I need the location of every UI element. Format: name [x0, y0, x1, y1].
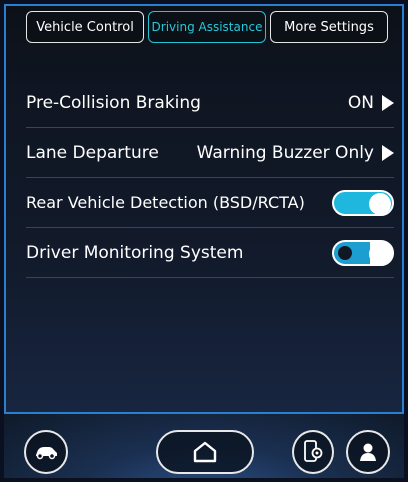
- tab-label: Driving Assistance: [151, 20, 263, 34]
- setting-row-rear-vehicle-detection: Rear Vehicle Detection (BSD/RCTA): [26, 178, 394, 228]
- settings-screen: Vehicle Control Driving Assistance More …: [6, 6, 402, 476]
- bottom-dock: [4, 412, 404, 478]
- home-button[interactable]: [156, 430, 254, 474]
- toggle-knob: [369, 192, 391, 215]
- car-button[interactable]: [24, 430, 68, 474]
- rear-vehicle-detection-toggle[interactable]: [332, 189, 394, 216]
- setting-row-pre-collision-braking[interactable]: Pre-Collision Braking ON: [26, 78, 394, 128]
- home-icon: [193, 441, 217, 463]
- tab-vehicle-control[interactable]: Vehicle Control: [26, 11, 144, 43]
- setting-label: Driver Monitoring System: [26, 242, 244, 263]
- user-icon: [360, 443, 376, 461]
- chevron-right-icon: [382, 144, 394, 161]
- profile-button[interactable]: [346, 430, 390, 474]
- tab-driving-assistance[interactable]: Driving Assistance: [148, 11, 266, 43]
- chevron-right-icon: [382, 94, 394, 111]
- setting-value: Warning Buzzer Only: [197, 143, 394, 163]
- car-icon: [36, 447, 57, 460]
- setting-row-lane-departure[interactable]: Lane Departure Warning Buzzer Only: [26, 128, 394, 178]
- tab-label: Vehicle Control: [36, 19, 134, 35]
- setting-label: Pre-Collision Braking: [26, 92, 201, 113]
- tab-more-settings[interactable]: More Settings: [270, 11, 388, 43]
- setting-value-text: Warning Buzzer Only: [196, 142, 374, 163]
- driver-monitoring-toggle[interactable]: [332, 239, 394, 266]
- tab-label: More Settings: [284, 19, 374, 35]
- phone-settings-button[interactable]: [292, 430, 334, 474]
- setting-row-driver-monitoring: Driver Monitoring System: [26, 228, 394, 278]
- setting-label: Rear Vehicle Detection (BSD/RCTA): [26, 193, 305, 212]
- setting-value: ON: [348, 93, 394, 113]
- tab-bar: Vehicle Control Driving Assistance More …: [26, 11, 388, 43]
- setting-label: Lane Departure: [26, 142, 159, 163]
- phone-settings-icon: [304, 440, 323, 462]
- setting-value-text: ON: [347, 92, 374, 113]
- toggle-knob: [369, 242, 391, 265]
- toggle-dot: [338, 245, 352, 260]
